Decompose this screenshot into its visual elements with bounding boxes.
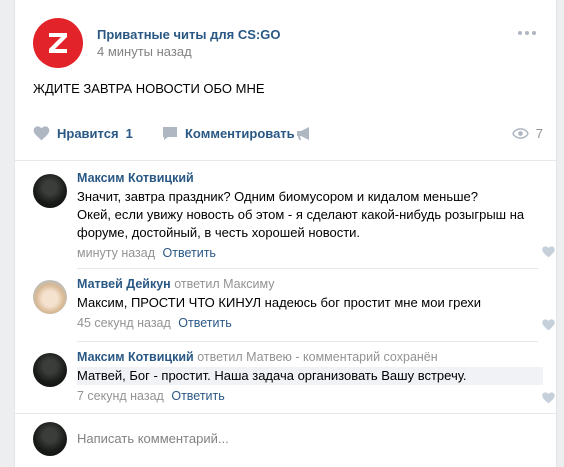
comment-button[interactable]: Комментировать [162, 126, 295, 141]
comment-text: Матвей, Бог - простит. Наша задача орган… [77, 367, 543, 385]
comment-meta: 7 секунд назад Ответить [77, 388, 543, 404]
comment-input[interactable]: Написать комментарий... [77, 431, 229, 446]
comment-label: Комментировать [185, 126, 295, 141]
comment-text-line: Матвей, Бог - простит. Наша задача орган… [77, 368, 467, 383]
post-time[interactable]: 4 минуты назад [97, 44, 192, 59]
avatar[interactable] [33, 353, 67, 387]
heart-icon[interactable] [542, 319, 555, 331]
reply-to-label: ответил Матвею - комментарий сохранён [197, 350, 438, 364]
comment-author-link[interactable]: Максим Котвицкий [77, 171, 194, 185]
comment-item: Максим Котвицкий ответил Матвею - коммен… [33, 349, 555, 409]
comment-item: Максим Котвицкий Значит, завтра праздник… [33, 170, 555, 261]
reply-button[interactable]: Ответить [163, 246, 216, 260]
comment-text-line: форуме, достойный, в честь хорошей новос… [77, 225, 361, 240]
post-card: Приватные читы для CS:GO 4 минуты назад … [14, 0, 557, 467]
comment-author-link[interactable]: Матвей Дейкун [77, 277, 171, 291]
like-button[interactable]: Нравится 1 [33, 126, 133, 141]
comment-text: Максим, ПРОСТИ ЧТО КИНУЛ надеюсь бог про… [77, 294, 543, 312]
comment-meta: 45 секунд назад Ответить [77, 315, 543, 331]
post-header: Приватные читы для CS:GO 4 минуты назад [33, 18, 538, 68]
reply-button[interactable]: Ответить [178, 316, 231, 330]
comment-time[interactable]: 7 секунд назад [77, 389, 164, 403]
divider [77, 341, 538, 342]
megaphone-icon [297, 127, 309, 140]
divider [15, 160, 556, 161]
comment-icon [163, 127, 177, 140]
views-count: 7 [535, 126, 543, 141]
comment-text-line: Окей, если увижу новость об этом - я сде… [77, 207, 525, 222]
heart-icon [33, 126, 50, 141]
group-name-link[interactable]: Приватные читы для CS:GO [97, 27, 280, 42]
comment-time[interactable]: минуту назад [77, 246, 155, 260]
group-avatar[interactable] [33, 18, 83, 68]
avatar [33, 422, 67, 456]
heart-icon[interactable] [542, 246, 555, 258]
reply-to-label: ответил Максиму [174, 277, 275, 291]
avatar[interactable] [33, 174, 67, 208]
comment-item: Матвей Дейкун ответил Максиму Максим, ПР… [33, 276, 555, 336]
reply-button[interactable]: Ответить [171, 389, 224, 403]
comment-text-line: Максим, ПРОСТИ ЧТО КИНУЛ надеюсь бог про… [77, 295, 482, 310]
comment-meta: минуту назад Ответить [77, 245, 543, 261]
comment-author-link[interactable]: Максим Котвицкий [77, 350, 194, 364]
eye-icon [511, 128, 529, 139]
comment-text: Значит, завтра праздник? Одним биомусоро… [77, 188, 543, 242]
views-counter: 7 [511, 126, 543, 141]
divider [77, 268, 538, 269]
more-options-icon[interactable] [518, 29, 538, 37]
z-logo-icon [49, 33, 67, 53]
divider [15, 413, 556, 414]
comment-time[interactable]: 45 секунд назад [77, 316, 171, 330]
like-label: Нравится [57, 126, 119, 141]
write-comment-area: Написать комментарий... [33, 422, 543, 456]
share-button[interactable] [296, 126, 313, 141]
post-actions: Нравится 1 Комментировать 7 [33, 126, 543, 146]
heart-icon[interactable] [542, 392, 555, 404]
avatar[interactable] [33, 280, 67, 314]
like-count: 1 [125, 126, 133, 141]
comment-text-line: Значит, завтра праздник? Одним биомусоро… [77, 189, 478, 204]
post-text: ЖДИТЕ ЗАВТРА НОВОСТИ ОБО МНЕ [33, 81, 265, 96]
